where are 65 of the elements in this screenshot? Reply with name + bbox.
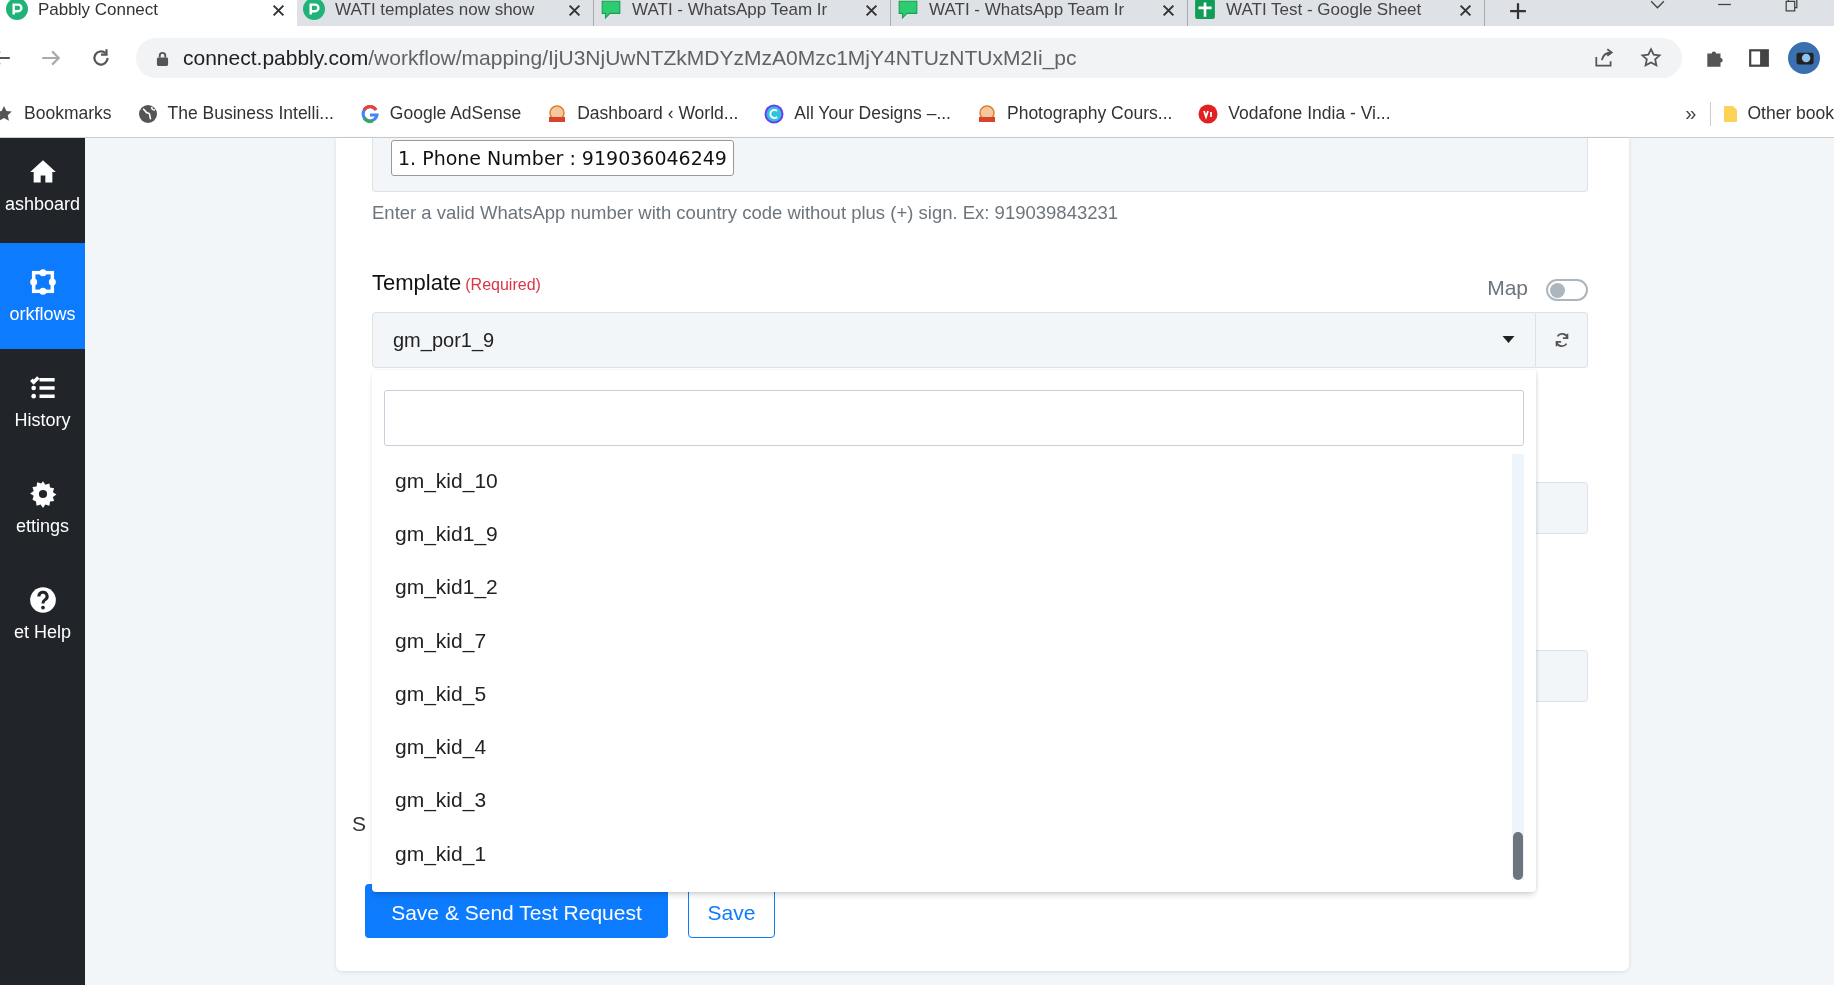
close-icon[interactable] <box>1162 4 1175 17</box>
c-logo-icon <box>764 103 785 124</box>
dropdown-option[interactable]: gm_kid1_2 <box>384 560 1512 614</box>
bookmark-item[interactable]: Photography Cours... <box>977 103 1173 124</box>
lock-icon <box>156 50 169 66</box>
dropdown-option[interactable]: gm_kid_10 <box>384 454 1512 508</box>
dropdown-option[interactable]: gm_kid_5 <box>384 667 1512 721</box>
p-logo-icon <box>6 0 28 20</box>
mapped-field-tag[interactable]: 1. Phone Number : 919036046249 <box>391 140 734 176</box>
field-label: S <box>352 812 366 837</box>
close-icon[interactable] <box>1459 4 1472 17</box>
close-icon[interactable] <box>272 4 285 17</box>
share-icon[interactable] <box>1593 47 1615 69</box>
close-icon[interactable] <box>865 4 878 17</box>
globe-icon <box>137 103 158 124</box>
sidebar-item[interactable]: et Help <box>0 561 85 667</box>
dropdown-option[interactable]: gm_kid_1 <box>384 827 1512 881</box>
more-bookmarks-button[interactable]: » <box>1685 102 1697 125</box>
close-icon[interactable] <box>568 4 581 17</box>
phone-field[interactable]: 1. Phone Number : 919036046249 <box>372 138 1588 192</box>
bookmark-item[interactable]: The Business Intelli... <box>137 103 334 124</box>
g-logo-icon <box>359 103 380 124</box>
address-bar[interactable]: connect.pabbly.com/workflow/mapping/IjU3NjUwNTZkMDYzMzA0Mzc1MjY4NTUzNTUxM2Ii_pc <box>136 38 1682 78</box>
dropdown-option[interactable]: gm_kid_7 <box>384 613 1512 668</box>
dropdown-option[interactable]: gm_kid_3 <box>384 773 1512 828</box>
restore-icon[interactable] <box>1783 0 1800 13</box>
dropdown-option[interactable]: gm_kid1_9 <box>384 507 1512 561</box>
chat-bubble-icon <box>600 0 622 20</box>
sidebar-item[interactable]: ashboard <box>0 138 85 243</box>
star-icon[interactable] <box>1640 47 1662 69</box>
reload-icon[interactable] <box>90 47 112 69</box>
plus-icon[interactable] <box>1509 2 1527 20</box>
url-text: connect.pabbly.com/workflow/mapping/IjU3NjUwNTZkMDYzMzA0Mzc1MjY4NTUzNTUxM2Ii_pc <box>183 46 1077 70</box>
bookmark-item[interactable]: Dashboard ‹ World... <box>547 103 739 124</box>
avatar-icon[interactable] <box>1788 42 1820 74</box>
bookmark-item[interactable]: All Your Designs –... <box>764 103 951 124</box>
map-label: Map <box>1487 276 1528 300</box>
refresh-button[interactable] <box>1536 312 1588 368</box>
workflow-icon <box>28 267 57 296</box>
bookmark-item[interactable]: Vodafone India - Vi... <box>1198 103 1391 124</box>
help-text: Enter a valid WhatsApp number with country code without plus (+) sign. Ex: 919039843231 <box>372 202 1120 224</box>
badge-icon <box>977 103 997 124</box>
search-field[interactable] <box>384 390 1524 446</box>
template-select[interactable]: gm_por1_9 <box>372 312 1536 368</box>
caret-icon <box>1502 336 1515 344</box>
bookmark-item[interactable]: Google AdSense <box>359 103 522 124</box>
dropdown-option[interactable]: gm_kid_4 <box>384 720 1512 774</box>
p-logo-icon <box>303 0 325 20</box>
sidebar-item[interactable]: History <box>0 349 85 455</box>
field-label: Template (Required) <box>372 270 541 296</box>
sidebar-item[interactable]: ettings <box>0 455 85 561</box>
settings-icon <box>28 479 57 508</box>
map-toggle[interactable] <box>1546 279 1588 301</box>
sidebar-item[interactable]: orkflows <box>0 243 85 349</box>
help-icon <box>28 585 57 614</box>
browser-tab[interactable]: Pabbly Connect <box>0 0 297 26</box>
vi-logo-icon <box>1198 103 1219 124</box>
bookmark-item[interactable]: Bookmarks <box>0 103 112 124</box>
bookmark-folder[interactable]: Other book <box>1721 103 1834 124</box>
spreadsheet-icon <box>1194 0 1216 20</box>
scrollbar-thumb[interactable] <box>1513 832 1523 880</box>
home-icon <box>28 158 57 186</box>
badge-icon <box>547 103 568 124</box>
chat-bubble-icon <box>897 0 919 20</box>
side-panel-icon[interactable] <box>1748 47 1770 69</box>
